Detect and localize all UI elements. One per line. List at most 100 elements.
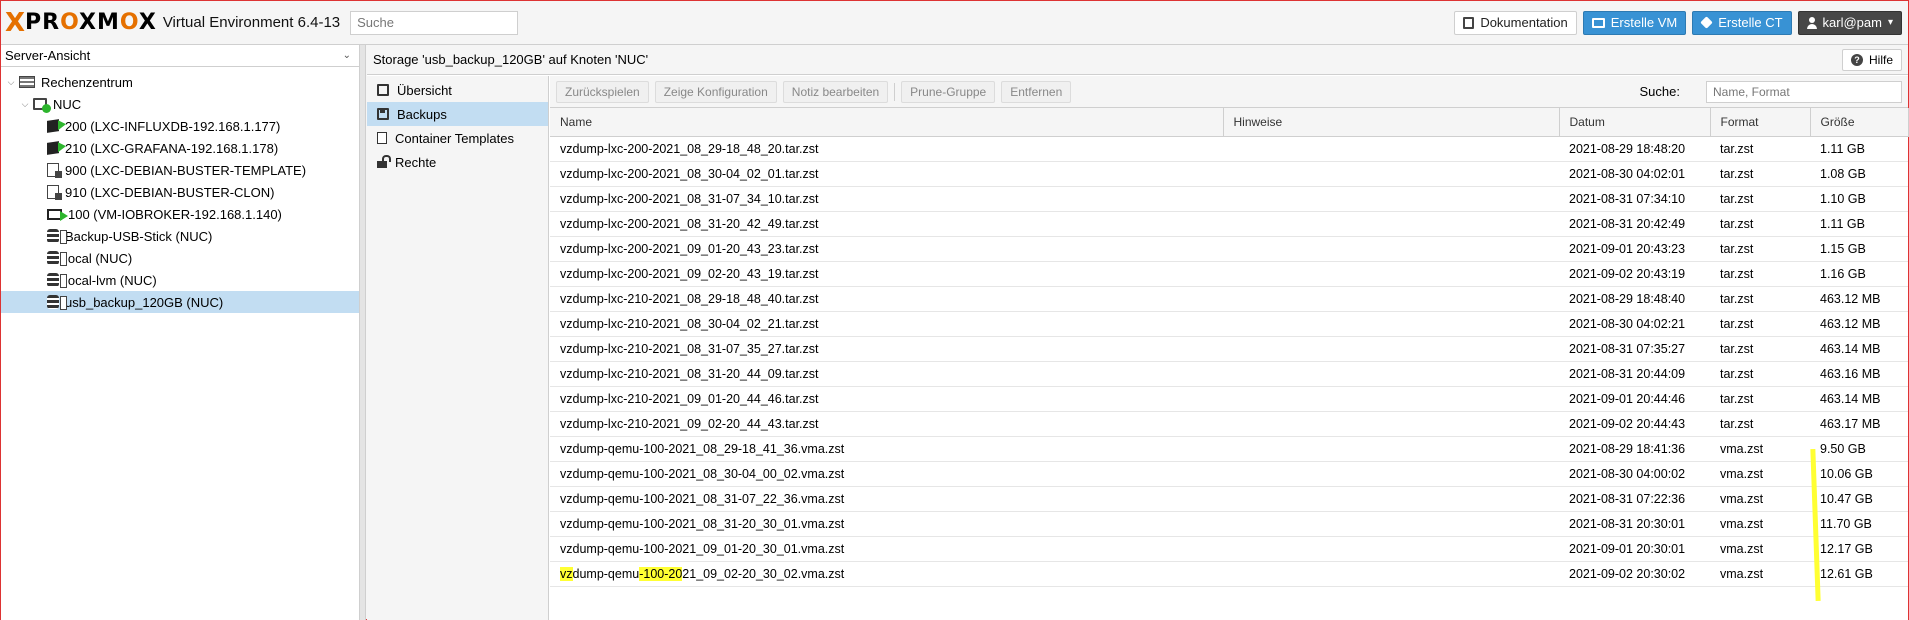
table-row[interactable]: vzdump-qemu-100-2021_08_30-04_00_02.vma.… [550,461,1908,487]
prune-group-button[interactable]: Prune-Gruppe [901,80,996,103]
global-search-input[interactable] [350,10,519,35]
collapse-toggle-icon[interactable]: ⌵ [19,99,31,110]
table-row[interactable]: vzdump-lxc-200-2021_08_29-18_48_20.tar.z… [550,136,1908,162]
panel-splitter[interactable] [360,45,366,620]
top-bar: X PROXMOX Virtual Environment 6.4-13 Dok… [1,1,1908,45]
cell-notes [1223,161,1559,187]
cell-name: vzdump-qemu-100-2021_09_02-20_30_02.vma.… [550,561,1223,587]
cell-format: tar.zst [1710,386,1810,412]
table-row[interactable]: vzdump-qemu-100-2021_08_31-07_22_36.vma.… [550,486,1908,512]
show-config-button[interactable]: Zeige Konfiguration [654,80,777,103]
column-header-size[interactable]: Größe [1810,108,1909,137]
cell-name: vzdump-qemu-100-2021_08_31-07_22_36.vma.… [550,486,1223,512]
subnav-item-container-templates[interactable]: Container Templates [367,126,548,150]
cell-format: tar.zst [1710,136,1810,162]
table-row[interactable]: vzdump-lxc-200-2021_08_31-20_42_49.tar.z… [550,211,1908,237]
view-selector[interactable]: Server-Ansicht ⌄ [1,45,359,67]
cell-size: 463.12 MB [1810,311,1908,337]
table-row[interactable]: vzdump-qemu-100-2021_08_29-18_41_36.vma.… [550,436,1908,462]
create-vm-button[interactable]: Erstelle VM [1582,10,1687,35]
book-icon [377,84,389,96]
storage-icon [47,229,67,244]
highlighted-text: -100-20 [639,566,683,581]
proxmox-logo[interactable]: X PROXMOX [5,1,157,45]
cell-size: 463.12 MB [1810,286,1908,312]
backup-search-input[interactable] [1706,80,1902,103]
tree-item-ct-210[interactable]: 210 (LXC-GRAFANA-192.168.1.178) [1,137,359,159]
table-row[interactable]: vzdump-lxc-200-2021_08_31-07_34_10.tar.z… [550,186,1908,212]
subnav-item-overview[interactable]: Übersicht [367,78,548,102]
tree-item-datacenter[interactable]: ⌵ Rechenzentrum [1,71,359,93]
cell-notes [1223,436,1559,462]
table-row[interactable]: vzdump-lxc-200-2021_09_01-20_43_23.tar.z… [550,236,1908,262]
cell-format: vma.zst [1710,561,1810,587]
subnav-item-backups[interactable]: Backups [367,102,548,126]
table-row[interactable]: vzdump-lxc-210-2021_08_31-20_44_09.tar.z… [550,361,1908,387]
cell-notes [1223,186,1559,212]
floppy-icon [377,108,389,120]
column-header-name[interactable]: Name [550,108,1224,137]
table-row[interactable]: vzdump-lxc-210-2021_09_01-20_44_46.tar.z… [550,386,1908,412]
documentation-button[interactable]: Dokumentation [1454,10,1577,35]
cell-format: tar.zst [1710,411,1810,437]
tree-item-node-nuc[interactable]: ⌵ NUC [1,93,359,115]
top-actions: Dokumentation Erstelle VM Erstelle CT ka… [1454,10,1902,35]
tree-item-ct-910[interactable]: 910 (LXC-DEBIAN-BUSTER-CLON) [1,181,359,203]
restore-button[interactable]: Zurückspielen [556,80,649,103]
subnav-label: Backups [397,106,447,122]
column-header-format[interactable]: Format [1710,108,1811,137]
table-row[interactable]: vzdump-lxc-210-2021_08_31-07_35_27.tar.z… [550,336,1908,362]
tree-item-ct-900[interactable]: 900 (LXC-DEBIAN-BUSTER-TEMPLATE) [1,159,359,181]
column-header-date[interactable]: Datum [1559,108,1711,137]
remove-button[interactable]: Entfernen [1001,80,1072,103]
subnav-label: Container Templates [395,130,514,146]
cell-size: 463.17 MB [1810,411,1908,437]
cell-date: 2021-09-01 20:44:46 [1559,386,1710,412]
cell-name: vzdump-lxc-200-2021_09_01-20_43_23.tar.z… [550,236,1223,262]
cell-format: vma.zst [1710,511,1810,537]
cell-size: 10.06 GB [1810,461,1908,487]
column-header-notes[interactable]: Hinweise [1223,108,1560,137]
cell-notes [1223,211,1559,237]
resource-tree-panel: Server-Ansicht ⌄ ⌵ Rechenzentrum ⌵ NUC 2… [1,45,360,620]
table-row[interactable]: vzdump-lxc-210-2021_08_30-04_02_21.tar.z… [550,311,1908,337]
table-row[interactable]: vzdump-qemu-100-2021_08_31-20_30_01.vma.… [550,511,1908,537]
subnav-label: Übersicht [397,82,452,98]
cell-name: vzdump-lxc-200-2021_08_31-07_34_10.tar.z… [550,186,1223,212]
panel-header: Storage 'usb_backup_120GB' auf Knoten 'N… [367,45,1908,75]
resource-tree: ⌵ Rechenzentrum ⌵ NUC 200 (LXC-INFLUXDB-… [1,67,359,313]
tree-item-storage-local[interactable]: local (NUC) [1,247,359,269]
cell-name: vzdump-lxc-210-2021_09_01-20_44_46.tar.z… [550,386,1223,412]
cell-size: 1.10 GB [1810,186,1908,212]
chevron-down-icon: ⌄ [342,50,351,61]
create-vm-label: Erstelle VM [1610,15,1678,30]
table-row[interactable]: vzdump-lxc-200-2021_09_02-20_43_19.tar.z… [550,261,1908,287]
tree-item-label: NUC [53,96,82,112]
tree-item-label: Backup-USB-Stick (NUC) [65,228,213,244]
tree-item-storage-local-lvm[interactable]: local-lvm (NUC) [1,269,359,291]
table-row[interactable]: vzdump-qemu-100-2021_09_01-20_30_01.vma.… [550,536,1908,562]
tree-item-ct-200[interactable]: 200 (LXC-INFLUXDB-192.168.1.177) [1,115,359,137]
tree-item-label: 210 (LXC-GRAFANA-192.168.1.178) [65,140,279,156]
tree-item-vm-100[interactable]: 100 (VM-IOBROKER-192.168.1.140) [1,203,359,225]
storage-subnav: Übersicht Backups Container Templates Re… [367,76,549,620]
tree-item-label: 910 (LXC-DEBIAN-BUSTER-CLON) [65,184,275,200]
cell-notes [1223,411,1559,437]
table-row[interactable]: vzdump-lxc-210-2021_09_02-20_44_43.tar.z… [550,411,1908,437]
user-menu-button[interactable]: karl@pam ▾ [1797,10,1902,35]
help-label: Hilfe [1868,52,1893,67]
subnav-item-permissions[interactable]: Rechte [367,150,548,174]
cell-size: 12.61 GB [1810,561,1908,587]
cell-date: 2021-08-31 07:34:10 [1559,186,1710,212]
table-row[interactable]: vzdump-qemu-100-2021_09_02-20_30_02.vma.… [550,561,1908,587]
collapse-toggle-icon[interactable]: ⌵ [5,77,17,88]
tree-item-storage-backup-usb-stick[interactable]: Backup-USB-Stick (NUC) [1,225,359,247]
table-row[interactable]: vzdump-lxc-200-2021_08_30-04_02_01.tar.z… [550,161,1908,187]
help-button[interactable]: ? Hilfe [1841,48,1902,71]
template-icon [47,185,62,200]
create-ct-button[interactable]: Erstelle CT [1692,10,1792,35]
cell-notes [1223,286,1559,312]
tree-item-storage-usb-backup[interactable]: usb_backup_120GB (NUC) [1,291,359,313]
table-row[interactable]: vzdump-lxc-210-2021_08_29-18_48_40.tar.z… [550,286,1908,312]
edit-note-button[interactable]: Notiz bearbeiten [782,80,889,103]
